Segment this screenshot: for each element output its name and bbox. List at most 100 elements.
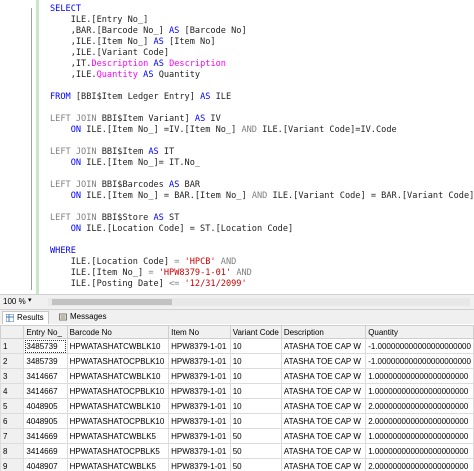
cell-entry-no[interactable]: 3414669 xyxy=(23,443,68,459)
cell-variant-code[interactable]: 50 xyxy=(229,458,282,471)
table-row[interactable]: 8 3414669 HPWATASHATOCPBLK5 HPW8379-1-01 50 A… xyxy=(0,443,474,459)
cell-description[interactable]: ATASHA TOE CAP W xyxy=(280,338,367,354)
cell-item-no[interactable]: HPW8379-1-01 xyxy=(168,353,231,369)
cell-item-no[interactable]: HPW8379-1-01 xyxy=(168,398,231,414)
table-row[interactable]: 2 3485739 HPWATASHATOCPBLK10 HPW8379-1-01 10… xyxy=(0,353,474,369)
table-row[interactable]: 4 3414667 HPWATASHATOCPBLK10 HPW8379-1-01 10… xyxy=(0,383,474,399)
code-token: ILE.[Variant Code]=IV.Code xyxy=(256,125,397,135)
code-token: ILE.[Posting Date] xyxy=(50,279,169,289)
cell-item-no[interactable]: HPW8379-1-01 xyxy=(168,428,231,444)
cell-barcode-no[interactable]: HPWATASHATCWBLK10 xyxy=(66,368,170,384)
cell-description[interactable]: ATASHA TOE CAP W xyxy=(280,458,367,471)
cell-quantity[interactable]: 1.000000000000000000000 xyxy=(365,443,474,459)
cell-variant-code[interactable]: 10 xyxy=(229,368,282,384)
code-token: ON xyxy=(70,191,82,201)
column-header-quantity[interactable]: Quantity xyxy=(365,325,474,339)
cell-variant-code[interactable]: 50 xyxy=(229,428,282,444)
cell-barcode-no[interactable]: HPWATASHATCWBLK5 xyxy=(66,428,170,444)
row-number[interactable]: 7 xyxy=(0,428,25,444)
cell-variant-code[interactable]: 50 xyxy=(229,443,282,459)
zoom-dropdown-icon[interactable]: ▾ xyxy=(28,296,32,304)
column-header-description[interactable]: Description xyxy=(280,325,367,339)
table-row[interactable]: 1 3485739 HPWATASHATCWBLK10 HPW8379-1-01 10 A… xyxy=(0,338,474,354)
cell-barcode-no[interactable]: HPWATASHATOCPBLK10 xyxy=(66,353,170,369)
code-token: Quantity xyxy=(96,70,138,80)
table-row[interactable]: 5 4048905 HPWATASHATCWBLK10 HPW8379-1-01 10 A… xyxy=(0,398,474,414)
cell-entry-no[interactable]: 4048905 xyxy=(23,413,68,429)
results-grid[interactable]: Entry No_ Barcode No Item No Variant Cod… xyxy=(0,325,474,471)
tab-messages[interactable]: Messages xyxy=(56,311,110,323)
row-number[interactable]: 8 xyxy=(0,443,25,459)
cell-entry-no[interactable]: 4048905 xyxy=(23,398,68,414)
table-row[interactable]: 9 4048907 HPWATASHATCWBLK5 HPW8379-1-01 50 AT… xyxy=(0,458,474,471)
cell-item-no[interactable]: HPW8379-1-01 xyxy=(168,338,231,354)
results-tabs: Results Messages xyxy=(0,310,474,324)
row-number[interactable]: 2 xyxy=(0,353,25,369)
cell-item-no[interactable]: HPW8379-1-01 xyxy=(168,413,231,429)
cell-barcode-no[interactable]: HPWATASHATCWBLK10 xyxy=(66,338,170,354)
table-row[interactable]: 6 4048905 HPWATASHATOCPBLK10 HPW8379-1-01 10… xyxy=(0,413,474,429)
cell-description[interactable]: ATASHA TOE CAP W xyxy=(280,353,367,369)
row-number[interactable]: 9 xyxy=(0,458,25,471)
column-header-barcode-no[interactable]: Barcode No xyxy=(66,325,170,339)
cell-barcode-no[interactable]: HPWATASHATCWBLK10 xyxy=(66,398,170,414)
row-number[interactable]: 4 xyxy=(0,383,25,399)
cell-barcode-no[interactable]: HPWATASHATOCPBLK10 xyxy=(66,383,170,399)
cell-description[interactable]: ATASHA TOE CAP W xyxy=(280,413,367,429)
cell-barcode-no[interactable]: HPWATASHATCWBLK5 xyxy=(66,458,170,471)
cell-variant-code[interactable]: 10 xyxy=(229,413,282,429)
cell-quantity[interactable]: 1.000000000000000000000 xyxy=(365,368,474,384)
code-token: ILE.[Variant Code] = BAR.[Variant Code] xyxy=(267,191,474,201)
cell-barcode-no[interactable]: HPWATASHATOCPBLK10 xyxy=(66,413,170,429)
cell-description[interactable]: ATASHA TOE CAP W xyxy=(280,398,367,414)
cell-entry-no[interactable]: 3485739 xyxy=(23,338,68,354)
cell-description[interactable]: ATASHA TOE CAP W xyxy=(280,428,367,444)
row-number[interactable]: 1 xyxy=(0,338,25,354)
table-row[interactable]: 7 3414669 HPWATASHATCWBLK5 HPW8379-1-01 50 AT… xyxy=(0,428,474,444)
row-number[interactable]: 6 xyxy=(0,413,25,429)
column-header-variant-code[interactable]: Variant Code xyxy=(229,325,282,339)
row-number[interactable]: 3 xyxy=(0,368,25,384)
grid-icon xyxy=(6,314,14,322)
cell-entry-no[interactable]: 3485739 xyxy=(23,353,68,369)
cell-description[interactable]: ATASHA TOE CAP W xyxy=(280,368,367,384)
horizontal-scrollbar[interactable] xyxy=(48,298,470,306)
code-token: ILE.[Item No_] = BAR.[Item No_] xyxy=(81,191,252,201)
cell-description[interactable]: ATASHA TOE CAP W xyxy=(280,443,367,459)
cell-variant-code[interactable]: 10 xyxy=(229,338,282,354)
cell-description[interactable]: ATASHA TOE CAP W xyxy=(280,383,367,399)
cell-variant-code[interactable]: 10 xyxy=(229,398,282,414)
cell-quantity[interactable]: -1.000000000000000000000 xyxy=(365,338,474,354)
column-header-entry-no[interactable]: Entry No_ xyxy=(23,325,68,339)
cell-item-no[interactable]: HPW8379-1-01 xyxy=(168,383,231,399)
cell-entry-no[interactable]: 3414667 xyxy=(23,368,68,384)
row-number[interactable]: 5 xyxy=(0,398,25,414)
code-token: Quantity xyxy=(153,70,201,80)
code-token: ILE xyxy=(210,92,232,102)
cell-entry-no[interactable]: 4048907 xyxy=(23,458,68,471)
cell-item-no[interactable]: HPW8379-1-01 xyxy=(168,368,231,384)
cell-quantity[interactable]: -1.000000000000000000000 xyxy=(365,353,474,369)
tab-results[interactable]: Results xyxy=(2,311,49,324)
code-token: [BBI$Item Ledger Entry] xyxy=(70,92,201,102)
code-token: ON xyxy=(70,125,82,135)
scrollbar-thumb[interactable] xyxy=(52,299,172,305)
column-header-item-no[interactable]: Item No xyxy=(168,325,231,339)
cell-quantity[interactable]: 1.000000000000000000000 xyxy=(365,428,474,444)
cell-quantity[interactable]: 1.000000000000000000000 xyxy=(365,383,474,399)
cell-quantity[interactable]: 2.000000000000000000000 xyxy=(365,413,474,429)
sql-editor[interactable]: SELECT ILE.[Entry No_] ,BAR.[Barcode No_… xyxy=(0,0,474,294)
table-row[interactable]: 3 3414667 HPWATASHATCWBLK10 HPW8379-1-01 10 A… xyxy=(0,368,474,384)
code-token: AS xyxy=(200,92,211,102)
cell-item-no[interactable]: HPW8379-1-01 xyxy=(168,443,231,459)
cell-barcode-no[interactable]: HPWATASHATOCPBLK5 xyxy=(66,443,170,459)
zoom-level[interactable]: 100 % xyxy=(3,297,26,306)
cell-quantity[interactable]: 2.000000000000000000000 xyxy=(365,458,474,471)
cell-entry-no[interactable]: 3414667 xyxy=(23,383,68,399)
cell-variant-code[interactable]: 10 xyxy=(229,383,282,399)
cell-item-no[interactable]: HPW8379-1-01 xyxy=(168,458,231,471)
cell-entry-no[interactable]: 3414669 xyxy=(23,428,68,444)
cell-variant-code[interactable]: 10 xyxy=(229,353,282,369)
cell-quantity[interactable]: 2.000000000000000000000 xyxy=(365,398,474,414)
